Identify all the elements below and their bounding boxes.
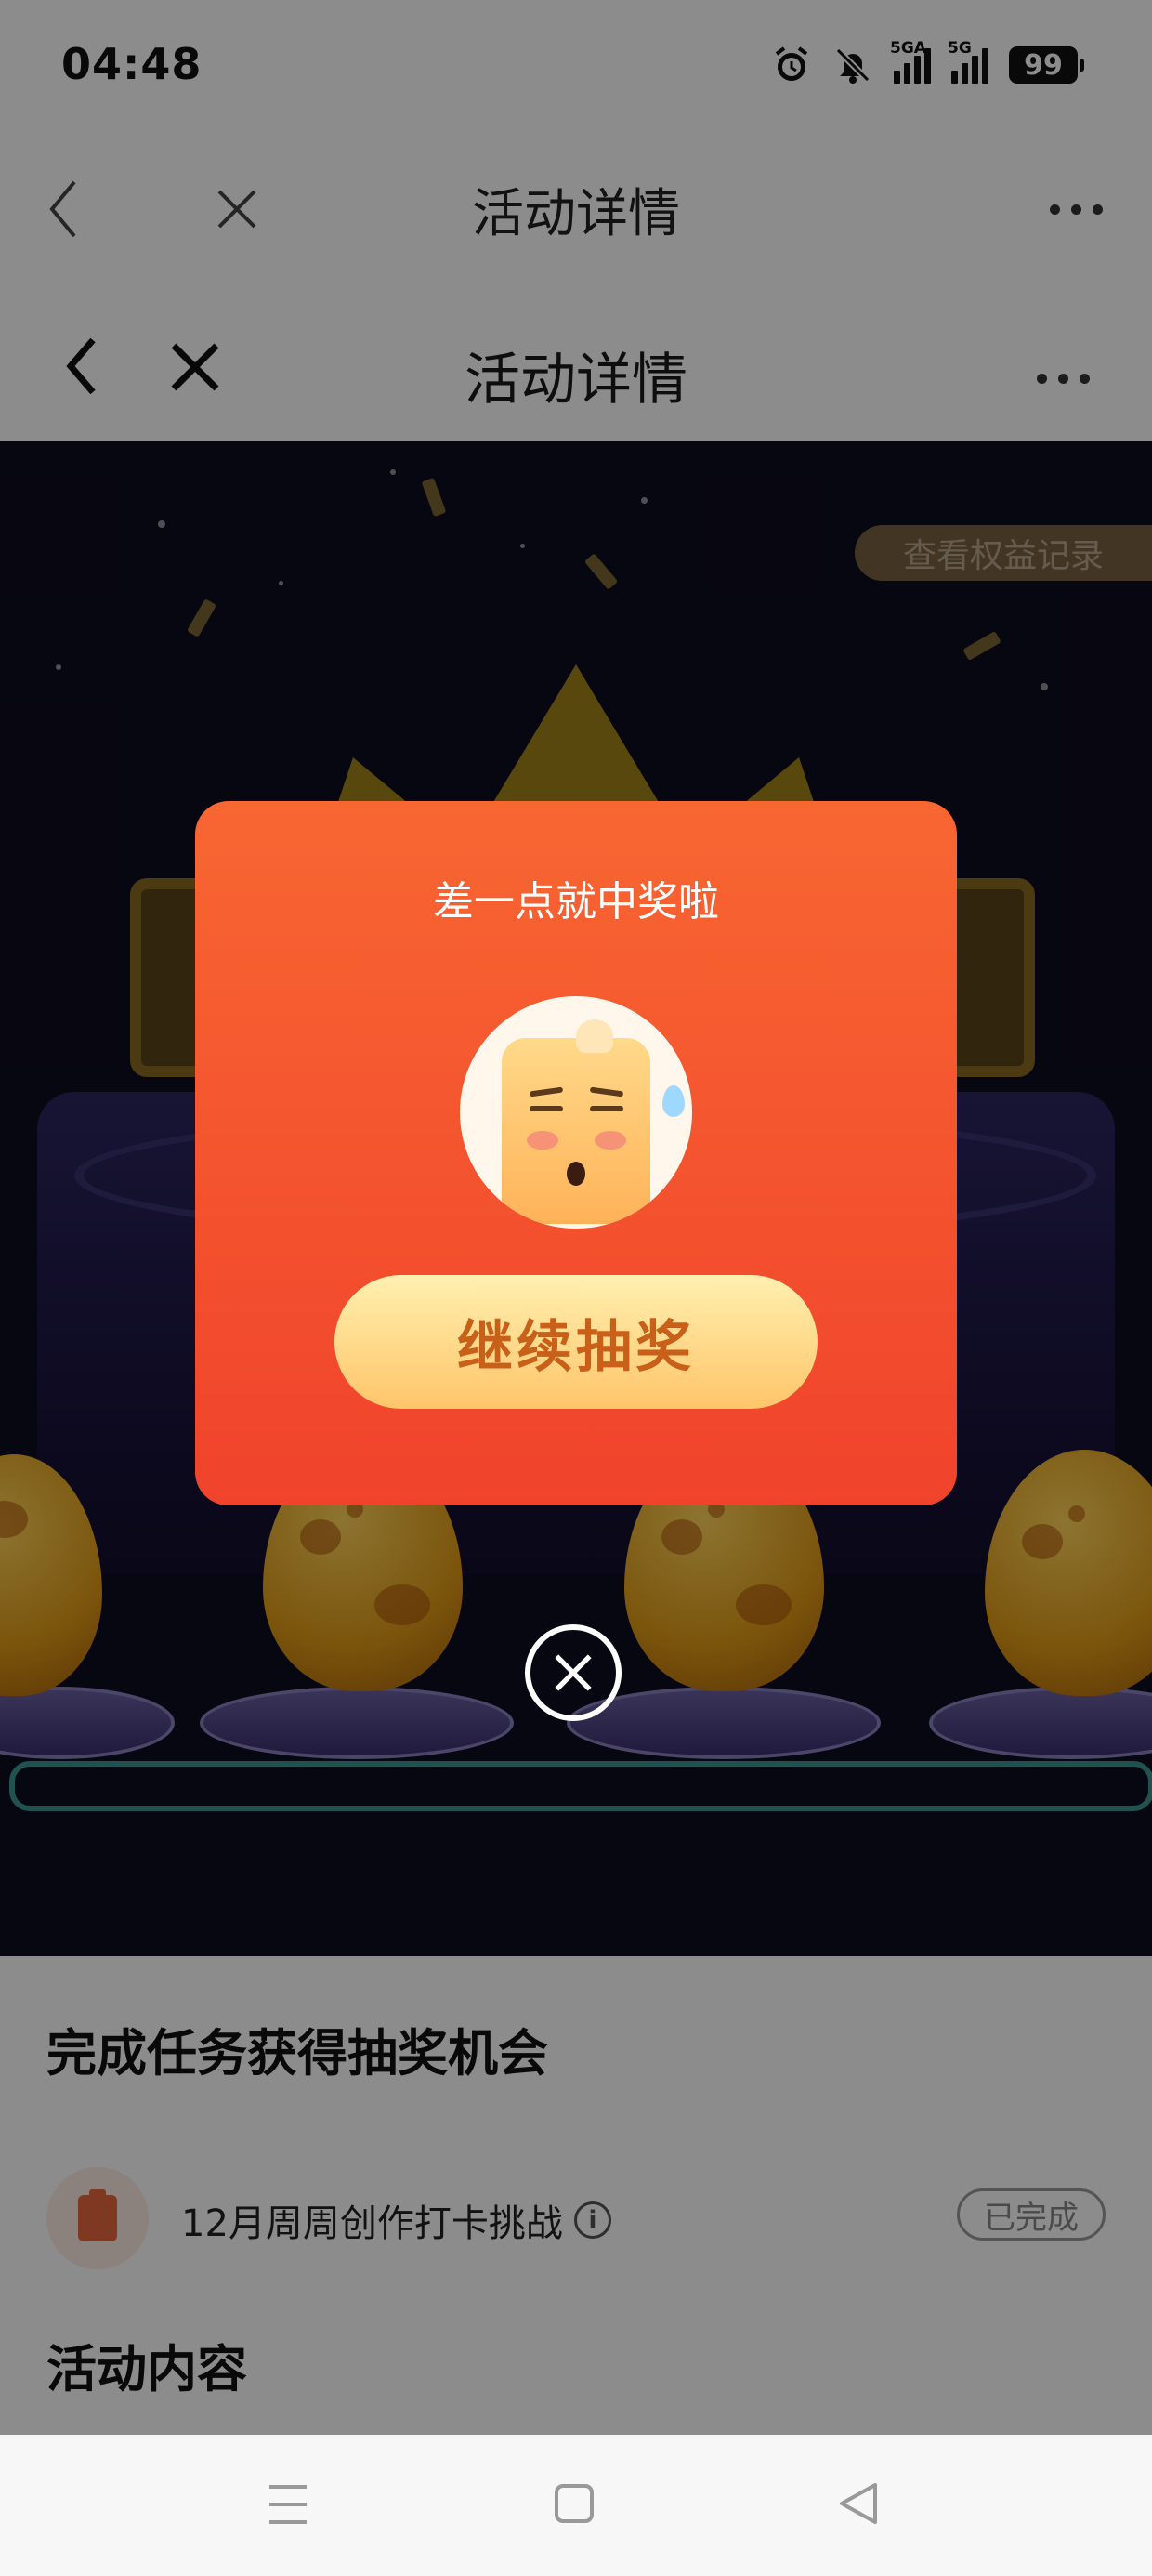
continue-draw-button[interactable]: 继续抽奖 [334,1275,818,1409]
sad-bread-avatar-icon [460,996,692,1229]
menu-icon[interactable] [266,2483,310,2526]
close-circle-icon[interactable] [525,1624,622,1721]
system-nav-bar [0,2435,1152,2576]
popup-title: 差一点就中奖啦 [433,878,719,926]
back-triangle-icon[interactable] [838,2481,879,2526]
result-popup: 差一点就中奖啦 继续抽奖 [195,801,957,1505]
home-square-icon[interactable] [554,2483,595,2524]
